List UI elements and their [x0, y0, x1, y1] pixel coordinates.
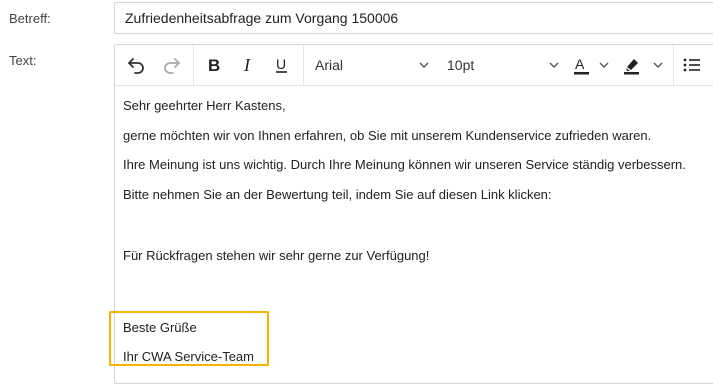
toolbar-divider: [673, 45, 674, 85]
redo-button[interactable]: [159, 52, 185, 78]
bullet-list-icon: [683, 58, 700, 72]
editor-content[interactable]: Sehr geehrter Herr Kastens, gerne möchte…: [115, 86, 713, 383]
chevron-down-icon: [549, 62, 559, 68]
chevron-down-icon: [419, 62, 429, 68]
highlight-icon: [624, 59, 639, 75]
undo-icon: [128, 58, 144, 74]
subject-input[interactable]: [114, 2, 713, 34]
highlight-color-button[interactable]: [621, 52, 667, 78]
redo-icon: [164, 58, 180, 74]
body-line: Für Rückfragen stehen wir sehr gerne zur…: [123, 248, 430, 263]
svg-text:I: I: [243, 55, 251, 75]
underline-button[interactable]: U: [269, 52, 295, 78]
italic-icon: I: [243, 55, 251, 75]
italic-button[interactable]: I: [235, 52, 261, 78]
font-color-button[interactable]: A: [571, 52, 615, 78]
font-size-select[interactable]: 10pt: [441, 52, 565, 78]
svg-text:A: A: [575, 56, 585, 72]
editor-toolbar: B I U Arial 10pt A: [115, 45, 713, 86]
toolbar-divider: [303, 45, 304, 85]
bullet-list-button[interactable]: [679, 52, 705, 78]
font-family-value: Arial: [315, 57, 344, 73]
toolbar-divider: [193, 45, 194, 85]
body-line: gerne möchten wir von Ihnen erfahren, ob…: [123, 128, 652, 143]
body-line-salutation: Sehr geehrter Herr Kastens,: [123, 98, 286, 113]
svg-text:B: B: [208, 56, 220, 75]
chevron-down-icon: [599, 62, 609, 68]
font-color-icon: A: [574, 56, 589, 75]
text-label: Text:: [9, 53, 37, 68]
subject-label: Betreff:: [9, 11, 51, 26]
chevron-down-icon: [653, 62, 663, 68]
bold-icon: B: [208, 56, 220, 75]
undo-button[interactable]: [123, 52, 149, 78]
svg-text:U: U: [276, 56, 286, 72]
font-family-select[interactable]: Arial: [311, 52, 435, 78]
body-line: Bitte nehmen Sie an der Bewertung teil, …: [123, 187, 552, 202]
font-size-value: 10pt: [447, 57, 475, 73]
bold-button[interactable]: B: [201, 52, 227, 78]
rich-text-editor: B I U Arial 10pt A Sehr geehrter Herr Ka…: [114, 44, 713, 384]
underline-icon: U: [276, 56, 287, 73]
body-line-signature: Ihr CWA Service-Team: [123, 349, 254, 364]
body-line: Ihre Meinung ist uns wichtig. Durch Ihre…: [123, 157, 686, 172]
body-line-closing: Beste Grüße: [123, 320, 197, 335]
